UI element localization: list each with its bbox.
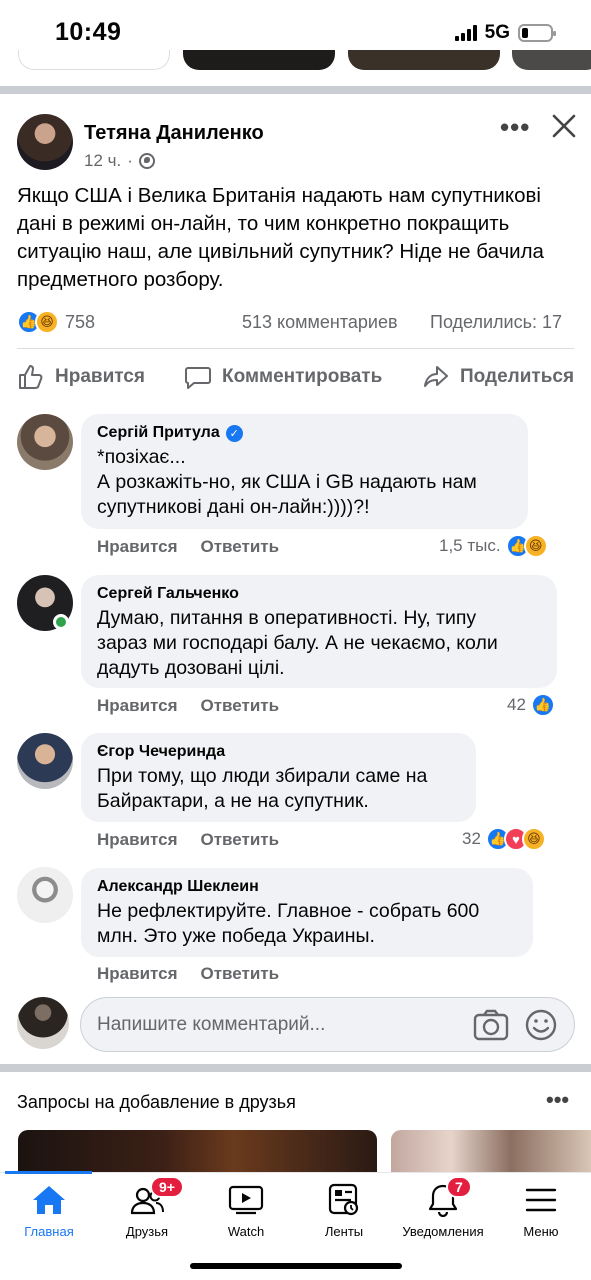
comment-author[interactable]: Сергій Притула ✓ [97, 424, 512, 442]
commenter-avatar[interactable] [17, 867, 73, 923]
more-options-icon[interactable]: ••• [546, 1087, 569, 1113]
current-user-avatar[interactable] [17, 997, 69, 1049]
post-text: Якщо США і Велика Британія надають нам с… [17, 184, 544, 291]
comment-bubble: Александр Шеклеин Не рефлектируйте. Глав… [81, 868, 533, 957]
comment-reply-button[interactable]: Ответить [201, 830, 280, 850]
comment-text: При тому, що люди збирали саме на Байрак… [97, 765, 428, 812]
comment-like-button[interactable]: Нравится [97, 537, 178, 557]
shares-count[interactable]: Поделились: 17 [430, 312, 562, 333]
friend-request-card[interactable] [391, 1130, 591, 1178]
post-author-name[interactable]: Тетяна Даниленко [84, 122, 264, 145]
home-icon [33, 1186, 65, 1214]
post-author-avatar[interactable] [17, 114, 73, 170]
post-time[interactable]: 12 ч. [84, 151, 121, 171]
nav-notifications[interactable]: 7 Уведомления [394, 1176, 492, 1239]
comment-author[interactable]: Александр Шеклеин [97, 878, 517, 896]
watch-icon [228, 1185, 264, 1215]
comment-reply-button[interactable]: Ответить [201, 964, 280, 984]
emoji-icon[interactable] [524, 1008, 558, 1042]
comment-button[interactable]: Комментировать [184, 363, 382, 391]
stories-strip[interactable] [0, 50, 591, 72]
feeds-icon [328, 1183, 359, 1216]
comment-reactions-count: 42 [507, 695, 526, 714]
more-options-icon[interactable]: ••• [500, 112, 530, 143]
haha-reaction-icon: 😆 [521, 827, 546, 851]
comment-reactions-count: 1,5 тыс. [439, 536, 501, 555]
nav-watch[interactable]: Watch [197, 1180, 295, 1239]
comment-input-placeholder[interactable]: Напишите комментарий... [97, 1014, 325, 1036]
like-button[interactable]: Нравится [17, 363, 145, 391]
comment-like-button[interactable]: Нравится [97, 696, 178, 716]
comment-bubble: Сергей Гальченко Думаю, питання в операт… [81, 575, 557, 688]
thumbs-up-icon [19, 365, 43, 389]
story-card[interactable] [348, 50, 500, 70]
post-meta: 12 ч. · [84, 151, 155, 171]
commenter-avatar[interactable] [17, 414, 73, 470]
comment-like-button[interactable]: Нравится [97, 964, 178, 984]
section-divider [0, 86, 591, 94]
comment-author[interactable]: Єгор Чечеринда [97, 743, 460, 761]
comment-reactions[interactable]: 32 👍 ♥ 😆 [462, 827, 546, 851]
status-time: 10:49 [55, 18, 122, 46]
haha-reaction-icon: 😆 [523, 534, 548, 558]
comment-actions: Нравится Ответить [97, 537, 279, 557]
nav-friends[interactable]: 9+ Друзья [98, 1176, 196, 1239]
online-indicator [53, 614, 69, 630]
comment-actions: Нравится Ответить [97, 964, 279, 984]
comment-reactions[interactable]: 1,5 тыс. 👍 😆 [439, 534, 548, 558]
comment-reactions-count: 32 [462, 829, 481, 848]
status-indicators: 5G [454, 22, 556, 44]
share-icon [424, 366, 448, 387]
comment-bubble: Сергій Притула ✓ *позіхає... А розкажіть… [81, 414, 528, 529]
comment-like-button[interactable]: Нравится [97, 830, 178, 850]
like-button-label: Нравится [55, 366, 145, 387]
share-button-label: Поделиться [460, 366, 575, 387]
signal-icon [454, 25, 477, 41]
comment-text: Не рефлектируйте. Главное - собрать 600 … [97, 900, 480, 947]
comment-reply-button[interactable]: Ответить [201, 696, 280, 716]
notifications-badge: 7 [446, 1176, 472, 1198]
commenter-avatar[interactable] [17, 733, 73, 789]
comments-count[interactable]: 513 комментариев [242, 312, 398, 333]
comment-icon [185, 367, 211, 389]
comment-button-label: Комментировать [222, 366, 383, 387]
haha-reaction-icon: 😆 [35, 310, 59, 334]
verified-badge-icon: ✓ [225, 424, 243, 442]
comment-actions: Нравится Ответить [97, 830, 279, 850]
close-icon[interactable] [550, 112, 578, 140]
home-indicator[interactable] [190, 1263, 402, 1269]
reactions-count: 758 [65, 311, 96, 332]
comment-author[interactable]: Сергей Гальченко [97, 585, 541, 603]
comment-bubble: Єгор Чечеринда При тому, що люди збирали… [81, 733, 476, 822]
story-card[interactable] [183, 50, 335, 70]
friends-badge: 9+ [150, 1176, 184, 1198]
post-reactions-summary[interactable]: 👍 😆 758 [17, 310, 95, 334]
comment-reply-button[interactable]: Ответить [201, 537, 280, 557]
active-tab-indicator [5, 1171, 92, 1174]
like-reaction-icon: 👍 [530, 693, 555, 717]
friend-requests-title: Запросы на добавление в друзья [17, 1092, 296, 1112]
menu-icon [525, 1188, 557, 1212]
section-divider [0, 1064, 591, 1072]
nav-feeds[interactable]: Ленты [295, 1180, 393, 1239]
comment-actions: Нравится Ответить [97, 696, 279, 716]
comment-text: Думаю, питання в оперативності. Ну, типу… [97, 607, 498, 679]
story-card[interactable] [18, 50, 170, 70]
camera-icon[interactable] [473, 1008, 509, 1042]
battery-icon [518, 24, 556, 42]
globe-icon [138, 153, 155, 169]
comment-text: *позіхає... А розкажіть-но, як США і GB … [97, 446, 477, 518]
story-card[interactable] [512, 50, 591, 70]
comment-reactions[interactable]: 42 👍 [507, 693, 555, 717]
network-label: 5G [484, 22, 510, 43]
divider [17, 348, 574, 349]
share-button[interactable]: Поделиться [422, 363, 574, 391]
nav-home[interactable]: Главная [0, 1180, 98, 1239]
nav-menu[interactable]: Меню [492, 1180, 590, 1239]
